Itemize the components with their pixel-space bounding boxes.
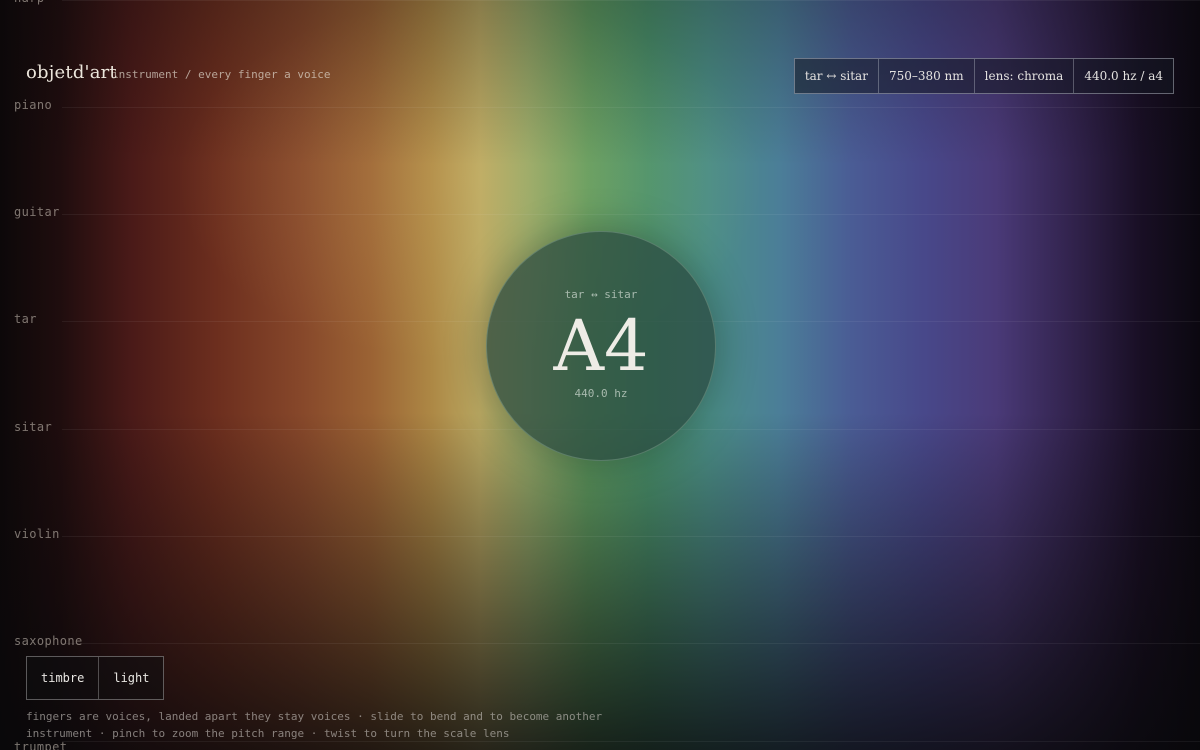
instrument-label: guitar [14, 205, 60, 219]
status-wavelength: 750–380 nm [877, 59, 974, 93]
brand-tagline: instrument / every finger a voice [112, 68, 331, 81]
timbre-button[interactable]: timbre [27, 657, 98, 699]
instrument-row-piano[interactable]: piano [0, 98, 1200, 112]
instrument-row-violin[interactable]: violin [0, 527, 1200, 541]
row-divider [62, 536, 1200, 537]
instrument-canvas[interactable]: harp piano guitar tar sitar violin saxop… [0, 0, 1200, 750]
instrument-row-guitar[interactable]: guitar [0, 205, 1200, 219]
instrument-label: violin [14, 527, 60, 541]
disc-frequency: 440.0 hz [574, 387, 628, 400]
status-instrument-pair: tar ↔ sitar [804, 69, 868, 83]
instrument-label: sitar [14, 420, 53, 434]
disc-instrument-pair: tar ↔ sitar [564, 288, 638, 301]
status-bar: tar ↔ sitar 750–380 nm lens: chroma 440.… [793, 58, 1174, 94]
note-disc[interactable]: tar ↔ sitar A4 440.0 hz [486, 231, 716, 461]
instrument-label: harp [14, 0, 45, 5]
instrument-row-harp[interactable]: harp [0, 0, 1200, 5]
row-divider [62, 107, 1200, 108]
disc-note-name: A4 [553, 305, 649, 387]
status-lens: lens: chroma [973, 59, 1074, 93]
light-button[interactable]: light [98, 657, 163, 699]
instrument-label: saxophone [14, 634, 83, 648]
instrument-label: tar [14, 312, 37, 326]
status-tuning: 440.0 hz / a4 [1073, 59, 1173, 93]
mode-toggle: timbre light [26, 656, 165, 700]
instrument-row-saxophone[interactable]: saxophone [0, 634, 1200, 648]
row-divider [62, 643, 1200, 644]
row-divider [62, 214, 1200, 215]
brand-logo: objetd'art [26, 62, 117, 83]
instrument-label: piano [14, 98, 53, 112]
help-line-2: instrument · pinch to zoom the pitch ran… [26, 727, 510, 740]
row-divider [62, 0, 1200, 1]
help-line-1: fingers are voices, landed apart they st… [26, 710, 603, 723]
help-text: fingers are voices, landed apart they st… [26, 708, 602, 742]
